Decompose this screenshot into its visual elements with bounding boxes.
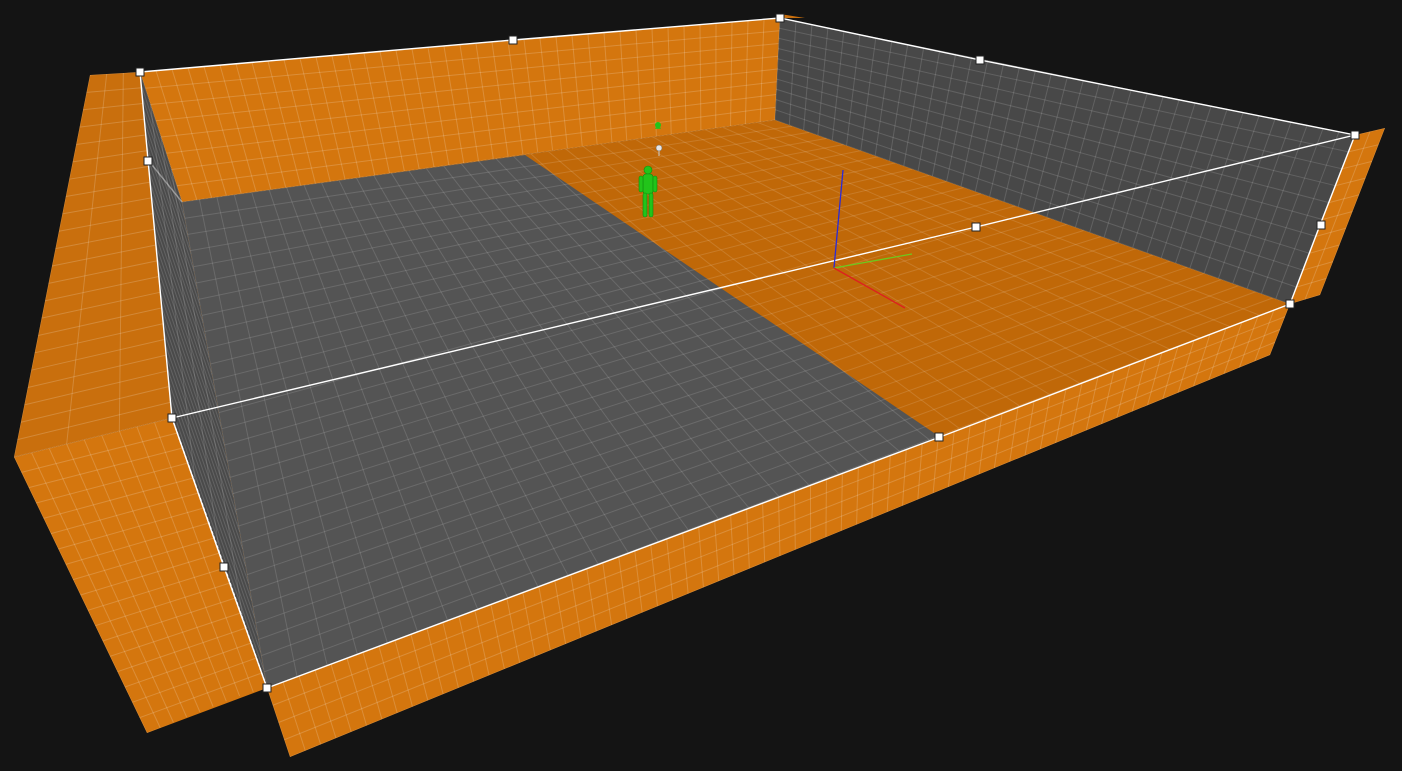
3d-perspective-viewport[interactable] [0,0,1402,771]
vertex-handle[interactable] [167,413,177,423]
vertex-handle[interactable] [135,67,145,77]
vertex-handle[interactable] [219,562,229,572]
vertex-handle[interactable] [975,55,985,65]
vertex-handle[interactable] [143,156,153,166]
vertex-handle[interactable] [1350,130,1360,140]
vertex-handle[interactable] [508,35,518,45]
vertex-handle[interactable] [971,222,981,232]
vertex-handle[interactable] [934,432,944,442]
vertex-handle[interactable] [262,683,272,693]
vertex-handle[interactable] [1316,220,1326,230]
vertex-handle[interactable] [775,13,785,23]
vertex-handle[interactable] [1285,299,1295,309]
spawn-marker-icon[interactable] [655,122,661,129]
